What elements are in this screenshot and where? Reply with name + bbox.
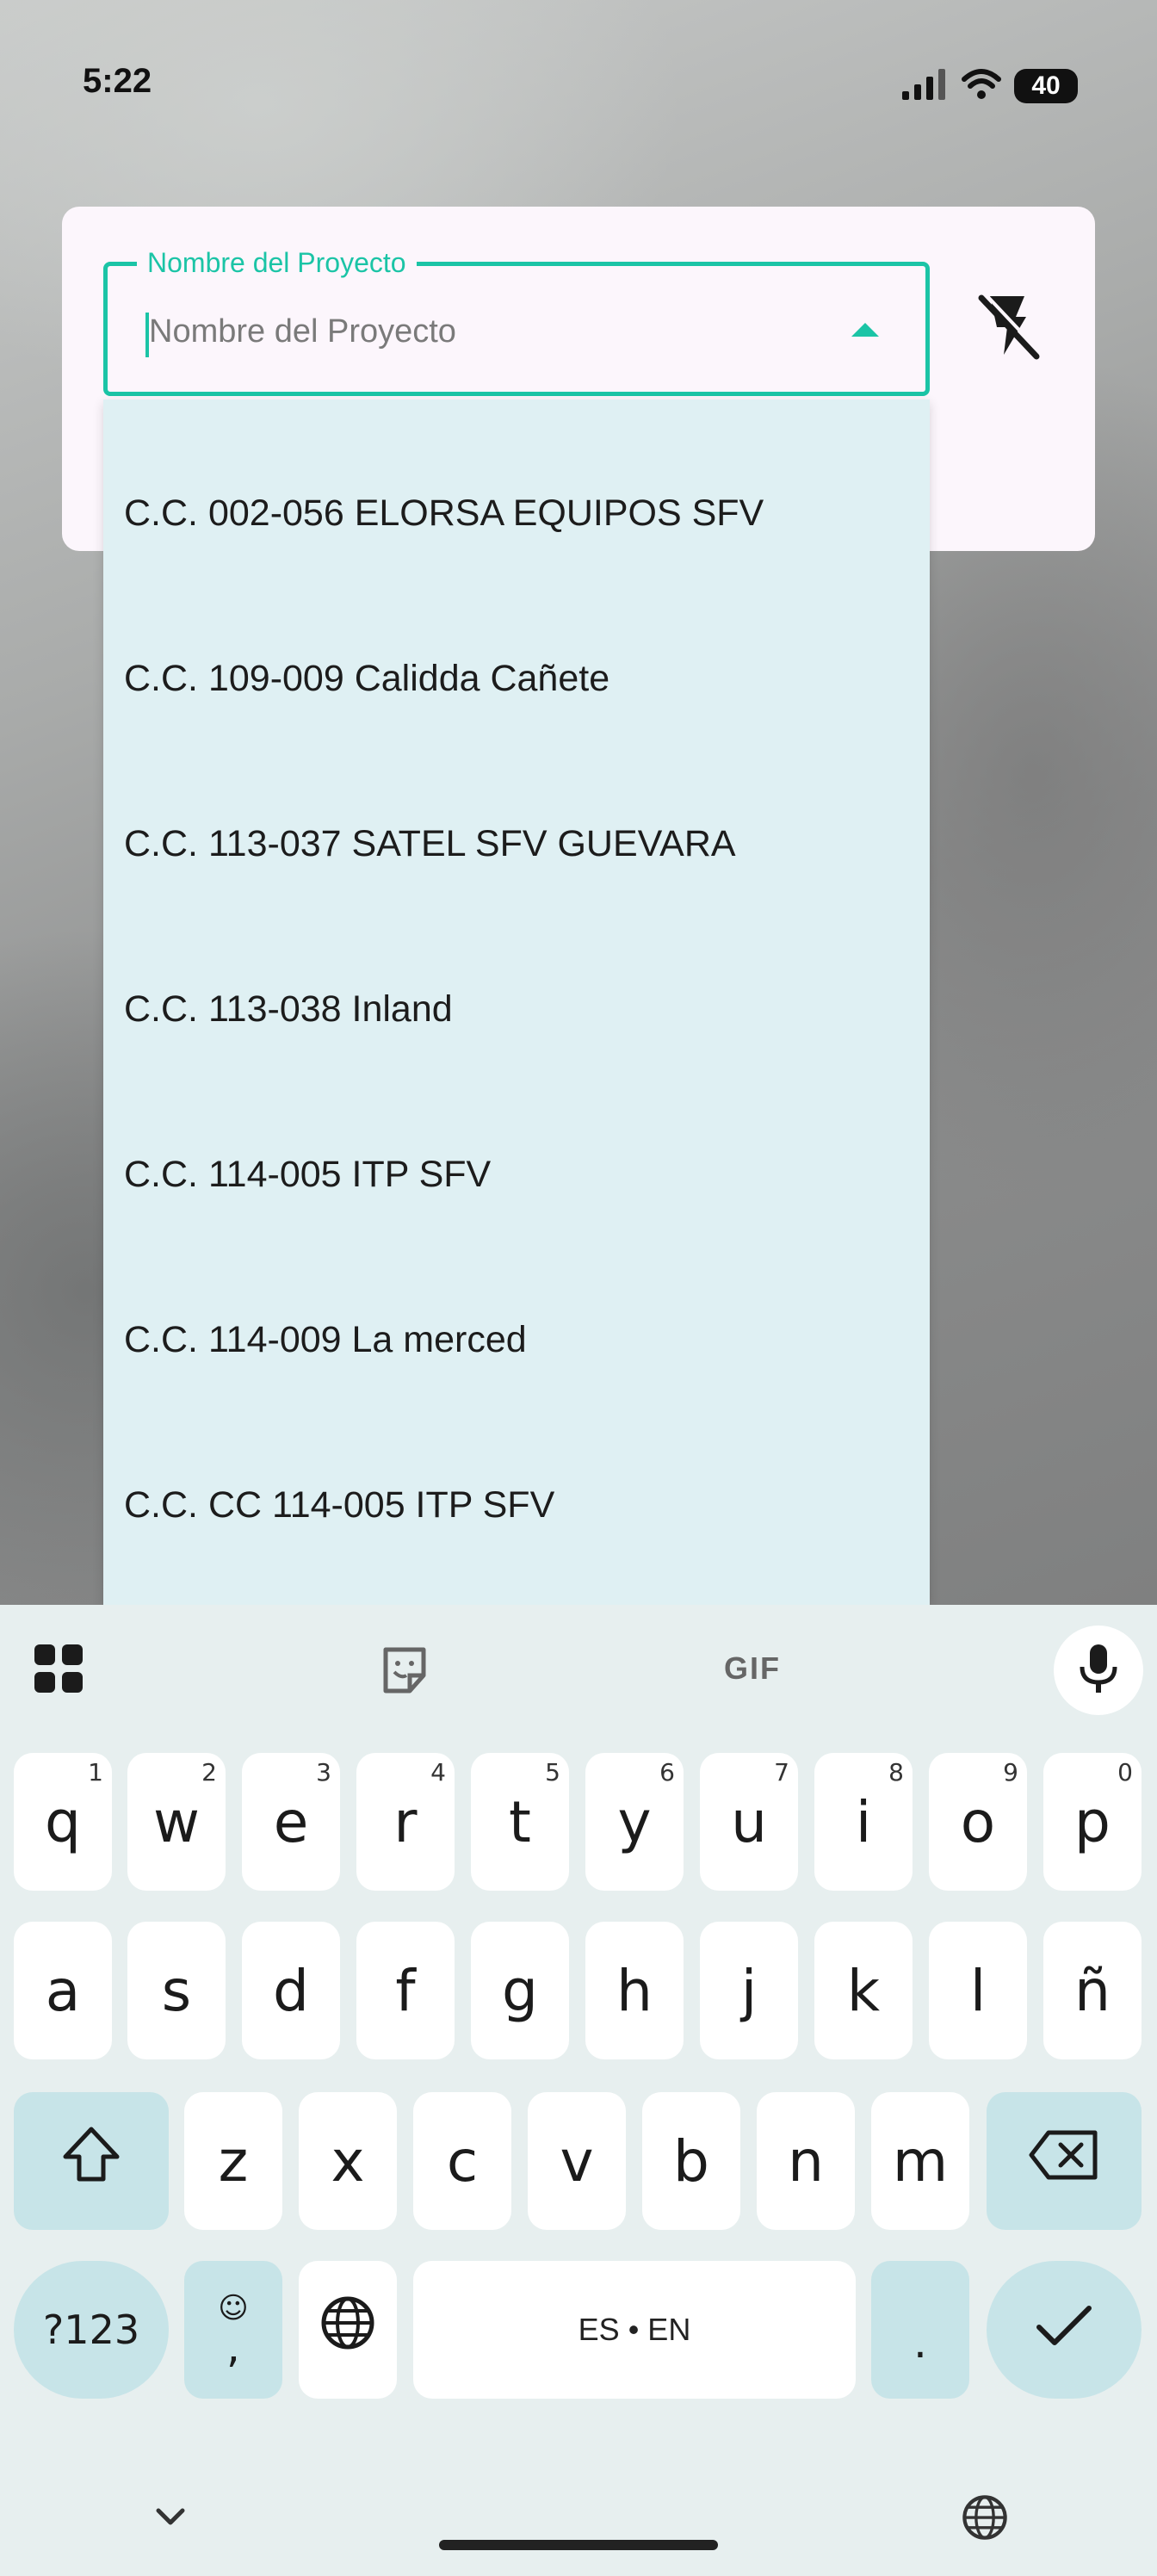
flash-off-icon <box>974 291 1043 364</box>
project-name-input[interactable] <box>149 300 855 362</box>
key-c[interactable]: c <box>413 2092 511 2230</box>
key-hint: 8 <box>888 1758 904 1786</box>
key-label: r <box>393 1788 418 1855</box>
key-k[interactable]: k <box>814 1922 913 2059</box>
dropdown-option[interactable]: C.C. 114-005 ITP SFV <box>103 1092 930 1257</box>
key-g[interactable]: g <box>471 1922 569 2059</box>
key-j[interactable]: j <box>700 1922 798 2059</box>
key-z[interactable]: z <box>184 2092 282 2230</box>
language-key[interactable] <box>299 2261 397 2399</box>
key-q[interactable]: q1 <box>14 1753 112 1891</box>
soft-keyboard: GIF q1 w2 e3 r4 t5 y6 u7 i8 o9 p0 a s d … <box>0 1605 1157 2576</box>
home-indicator[interactable] <box>439 2540 718 2550</box>
key-t[interactable]: t5 <box>471 1753 569 1891</box>
space-label: ES • EN <box>578 2312 691 2347</box>
gif-button[interactable]: GIF <box>711 1644 794 1693</box>
comma-label: , <box>226 2322 240 2372</box>
key-label: q <box>45 1788 81 1855</box>
project-name-field[interactable]: Nombre del Proyecto <box>103 245 930 396</box>
hide-keyboard-icon[interactable] <box>148 2497 193 2538</box>
key-s[interactable]: s <box>127 1922 226 2059</box>
flash-toggle-button[interactable] <box>957 276 1061 379</box>
key-hint: 3 <box>316 1758 331 1786</box>
key-label: t <box>509 1788 531 1855</box>
key-r[interactable]: r4 <box>356 1753 455 1891</box>
language-switch-icon[interactable] <box>959 2492 1011 2543</box>
key-l[interactable]: l <box>929 1922 1027 2059</box>
key-e[interactable]: e3 <box>242 1753 340 1891</box>
dropdown-option[interactable]: C.C. 113-037 SATEL SFV GUEVARA <box>103 761 930 926</box>
key-hint: 9 <box>1003 1758 1018 1786</box>
backspace-key[interactable] <box>987 2092 1142 2230</box>
symbols-key[interactable]: ?123 <box>14 2261 169 2399</box>
period-label: . <box>913 2318 927 2368</box>
key-label: p <box>1074 1788 1111 1855</box>
key-n[interactable]: n <box>757 2092 855 2230</box>
dropdown-option[interactable]: C.C. 109-009 Calidda Cañete <box>103 596 930 761</box>
key-hint: 5 <box>545 1758 560 1786</box>
key-p[interactable]: p0 <box>1043 1753 1142 1891</box>
key-v[interactable]: v <box>528 2092 626 2230</box>
project-dropdown-list: C.C. 002-056 ELORSA EQUIPOS SFV C.C. 109… <box>103 399 930 1605</box>
emoji-comma-key[interactable]: ☺ , <box>184 2261 282 2399</box>
wifi-icon <box>961 67 1002 106</box>
enter-key[interactable] <box>987 2261 1142 2399</box>
period-key[interactable]: . <box>871 2261 969 2399</box>
key-label: y <box>617 1788 652 1855</box>
shift-key[interactable] <box>14 2092 169 2230</box>
mic-button[interactable] <box>1054 1625 1143 1715</box>
key-x[interactable]: x <box>299 2092 397 2230</box>
key-n-tilde[interactable]: ñ <box>1043 1922 1142 2059</box>
gif-label: GIF <box>724 1650 781 1686</box>
key-i[interactable]: i8 <box>814 1753 913 1891</box>
chevron-up-icon[interactable] <box>851 323 879 337</box>
apps-grid-icon[interactable] <box>33 1643 84 1694</box>
key-label: i <box>855 1788 872 1855</box>
key-hint: 6 <box>659 1758 675 1786</box>
key-w[interactable]: w2 <box>127 1753 226 1891</box>
key-label: w <box>153 1788 200 1855</box>
shift-icon <box>60 2124 122 2198</box>
signal-icon <box>900 67 949 106</box>
space-key[interactable]: ES • EN <box>413 2261 856 2399</box>
key-m[interactable]: m <box>871 2092 969 2230</box>
sticker-icon[interactable] <box>377 1643 432 1698</box>
battery-icon: 40 <box>1014 69 1078 103</box>
checkmark-icon <box>1034 2297 1094 2363</box>
status-icons: 40 <box>900 65 1078 107</box>
key-a[interactable]: a <box>14 1922 112 2059</box>
key-hint: 1 <box>88 1758 103 1786</box>
dropdown-option[interactable]: C.C. 114-009 La merced <box>103 1257 930 1422</box>
key-label: u <box>731 1788 767 1855</box>
project-name-label: Nombre del Proyecto <box>137 245 417 280</box>
key-label: o <box>960 1788 996 1855</box>
key-hint: 7 <box>774 1758 789 1786</box>
keyboard-toolbar: GIF <box>0 1605 1157 1729</box>
key-f[interactable]: f <box>356 1922 455 2059</box>
key-hint: 4 <box>430 1758 446 1786</box>
backspace-icon <box>1028 2128 1100 2195</box>
emoji-icon: ☺ <box>218 2291 249 2325</box>
mic-icon <box>1077 1643 1120 1699</box>
symbols-label: ?123 <box>42 2307 140 2353</box>
key-d[interactable]: d <box>242 1922 340 2059</box>
key-y[interactable]: y6 <box>585 1753 684 1891</box>
dropdown-option[interactable]: C.C. CC 114-005 ITP SFV <box>103 1422 930 1588</box>
dropdown-option[interactable]: C.C. 002-056 ELORSA EQUIPOS SFV <box>103 430 930 596</box>
globe-icon <box>320 2295 375 2364</box>
key-h[interactable]: h <box>585 1922 684 2059</box>
key-label: e <box>273 1788 309 1855</box>
key-b[interactable]: b <box>642 2092 740 2230</box>
key-o[interactable]: o9 <box>929 1753 1027 1891</box>
status-time: 5:22 <box>83 62 152 100</box>
key-u[interactable]: u7 <box>700 1753 798 1891</box>
status-bar: 5:22 40 <box>0 0 1157 172</box>
dropdown-option[interactable]: C.C. 113-038 Inland <box>103 926 930 1092</box>
key-hint: 0 <box>1117 1758 1133 1786</box>
key-hint: 2 <box>201 1758 217 1786</box>
